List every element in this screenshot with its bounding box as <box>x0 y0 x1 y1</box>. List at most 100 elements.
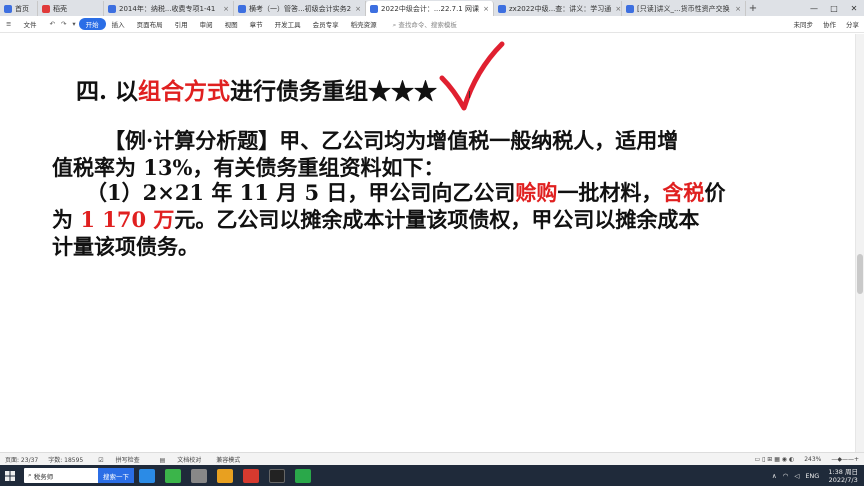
vertical-scrollbar[interactable] <box>855 34 864 452</box>
zoom-level[interactable]: 243% <box>799 456 826 463</box>
taskbar-search[interactable]: ⌕ 税务师 搜索一下 <box>24 468 134 483</box>
menu-icon[interactable]: ≡ <box>0 20 17 28</box>
tab-label: 横考（一）管答...初级会计实务2 <box>249 4 352 13</box>
tab-label: 首页 <box>15 4 29 13</box>
browser-tab[interactable]: 稻壳 <box>38 1 104 16</box>
tab-label: zx2022中级...查：讲义：学习通 <box>509 4 612 13</box>
sync-status[interactable]: 未同步 <box>789 19 819 29</box>
windows-start-icon[interactable] <box>0 465 20 486</box>
redo-icon[interactable]: ↷ <box>58 20 69 28</box>
tab-view[interactable]: 视图 <box>219 19 244 29</box>
tab-start[interactable]: 开始 <box>78 18 106 30</box>
clock[interactable]: 1:38 周日 2022/7/3 <box>822 468 864 484</box>
minimize-button[interactable]: — <box>804 4 824 13</box>
search-icon: ⌕ <box>28 471 32 479</box>
text-run: 一批材料， <box>557 180 663 205</box>
chevron-up-icon[interactable]: ∧ <box>769 472 780 480</box>
tab-member[interactable]: 会员专享 <box>307 19 345 29</box>
heading-prefix: 四. 以 <box>76 78 139 105</box>
maximize-button[interactable]: □ <box>824 4 844 13</box>
chevron-down-icon[interactable]: ▾ <box>69 20 78 28</box>
undo-icon[interactable]: ↶ <box>46 20 57 28</box>
tab-references[interactable]: 引用 <box>169 19 194 29</box>
view-mode-icons[interactable]: ▭ ▯ ⊞ ▦ ◉ ◐ <box>750 456 800 463</box>
tab-favicon-icon <box>108 4 116 13</box>
tab-favicon-icon <box>238 4 246 13</box>
close-icon[interactable]: × <box>611 5 621 13</box>
close-icon[interactable]: × <box>731 5 741 13</box>
tab-docer[interactable]: 稻壳资源 <box>345 19 383 29</box>
proof-label: 文档校对 <box>177 456 202 464</box>
scrollbar-thumb[interactable] <box>857 254 863 294</box>
command-search[interactable]: ⌕ 查找命令、搜索模板 <box>383 19 457 30</box>
tab-page-layout[interactable]: 页面布局 <box>131 19 169 29</box>
window-controls: — □ ✕ <box>804 0 864 16</box>
close-button[interactable]: ✕ <box>844 4 864 13</box>
calculator-icon[interactable] <box>191 468 207 483</box>
search-button[interactable]: 搜索一下 <box>98 468 134 483</box>
browser-tab-bar: 首页 稻壳 2014年：纳税...收费专项1-41 × 横考（一）管答...初级会计实务… <box>0 0 864 16</box>
wechat-icon[interactable] <box>295 468 311 483</box>
tab-insert[interactable]: 插入 <box>106 19 131 29</box>
highlight-run: 1 170 万 <box>80 207 175 232</box>
spell-check-button[interactable]: ☑ 拼写检查 <box>88 455 149 464</box>
checkbox-icon: ☑ <box>98 456 104 464</box>
highlight-run: 含税 <box>662 180 705 205</box>
browser-tab[interactable]: 横考（一）管答...初级会计实务2 × <box>234 1 366 16</box>
capcut-icon[interactable] <box>269 468 285 483</box>
browser-tab[interactable]: 2014年：纳税...收费专项1-41 × <box>104 1 234 16</box>
zoom-slider[interactable]: —◆——+ <box>826 456 864 463</box>
text-cursor-icon: I <box>468 90 471 101</box>
collaborate-button[interactable]: 协作 <box>818 19 841 29</box>
page-indicator[interactable]: 页面: 23/37 <box>0 455 43 464</box>
file-menu[interactable]: 文件 <box>17 19 42 29</box>
tab-label: 稻壳 <box>53 4 67 13</box>
share-button[interactable]: 分享 <box>841 19 864 29</box>
system-tray: ∧ ◠ ◁ ENG 1:38 周日 2022/7/3 <box>769 468 864 484</box>
heading-suffix: 进行债务重组★★★ <box>230 78 438 105</box>
compat-mode: 兼容模式 <box>216 456 241 464</box>
ribbon-toolbar: ≡ 文件 ↶ ↷ ▾ 开始 插入 页面布局 引用 审阅 视图 章节 开发工具 会… <box>0 16 864 33</box>
browser-tab[interactable]: [只读]讲义_...货币性资产交换 × <box>622 1 746 16</box>
tab-favicon-icon <box>4 4 12 13</box>
tab-review[interactable]: 审阅 <box>194 19 219 29</box>
tab-favicon-icon <box>370 4 378 13</box>
browser-tab[interactable]: zx2022中级...查：讲义：学习通 × <box>494 1 622 16</box>
search-text: 税务师 <box>33 472 54 481</box>
close-icon[interactable]: × <box>351 5 361 13</box>
browser-tab[interactable]: 2022中级会计：...22.7.1 网课 × <box>366 1 494 16</box>
close-icon[interactable]: × <box>479 5 489 13</box>
red-checkmark-annotation <box>439 41 505 111</box>
windows-taskbar: ⌕ 税务师 搜索一下 ∧ ◠ ◁ ENG 1:38 周日 2022/7/3 <box>0 465 864 486</box>
section-heading: 四. 以组合方式进行债务重组★★★ <box>76 72 437 106</box>
search-icon: ⌕ <box>392 20 397 29</box>
quick-access: ↶ ↷ ▾ <box>42 20 78 28</box>
proof-button[interactable]: ▤ 文档校对 <box>150 455 212 464</box>
network-icon[interactable]: ◠ <box>780 472 792 480</box>
paragraph-line: 为 1 170 万元。乙公司以摊余成本计量该项债权，甲公司以摊余成本 <box>52 206 699 233</box>
text-run: （1）2×21 年 11 月 5 日，甲公司向乙公司 <box>86 180 516 205</box>
spell-label: 拼写检查 <box>115 456 140 464</box>
app-icon[interactable] <box>165 468 181 483</box>
search-placeholder: 查找命令、搜索模板 <box>398 20 457 29</box>
browser-app-icon[interactable] <box>139 468 155 483</box>
status-bar: 页面: 23/37 字数: 18595 ☑ 拼写检查 ▤ 文档校对 兼容模式 ▭… <box>0 452 864 465</box>
word-count[interactable]: 字数: 18595 <box>43 455 88 464</box>
text-run: 为 <box>52 207 81 232</box>
tab-label: 2022中级会计：...22.7.1 网课 <box>381 4 479 13</box>
tab-developer[interactable]: 开发工具 <box>269 19 307 29</box>
folder-icon[interactable] <box>217 468 233 483</box>
paragraph-line: 【例·计算分析题】甲、乙公司均为增值税一般纳税人，适用增 <box>104 128 679 153</box>
heading-highlight: 组合方式 <box>138 78 231 105</box>
language-indicator[interactable]: ENG <box>802 472 822 480</box>
tab-label: 2014年：纳税...收费专项1-41 <box>119 4 216 13</box>
close-icon[interactable]: × <box>219 5 229 13</box>
wps-icon[interactable] <box>243 468 259 483</box>
tab-chapter[interactable]: 章节 <box>244 19 269 29</box>
volume-icon[interactable]: ◁ <box>791 472 802 480</box>
paragraph-line: 值税率为 13%，有关债务重组资料如下： <box>52 155 445 180</box>
browser-tab[interactable]: 首页 <box>0 1 38 16</box>
new-tab-button[interactable]: + <box>746 2 760 16</box>
highlight-run: 赊购 <box>515 180 558 205</box>
tab-favicon-icon <box>498 4 506 13</box>
